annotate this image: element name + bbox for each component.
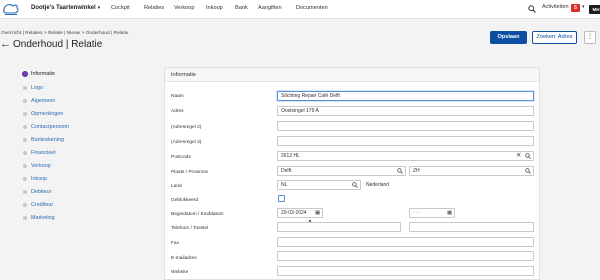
calendar-icon[interactable]: ▦ xyxy=(447,209,452,217)
dot-icon xyxy=(23,177,27,181)
plaats-input[interactable]: Delft xyxy=(277,166,406,176)
page-title: Onderhoud | Relatie xyxy=(13,39,103,50)
chevron-down-icon: ▾ xyxy=(97,5,101,11)
dot-icon xyxy=(23,151,27,155)
dot-icon xyxy=(23,138,27,142)
land-input[interactable]: NL xyxy=(277,180,361,190)
save-button[interactable]: Opslaan xyxy=(490,31,527,44)
label-begindatum-einddatum: Begindatum / Einddatum xyxy=(171,212,224,217)
label-geblokkeerd: Geblokkeerd xyxy=(171,198,199,203)
toestel-input[interactable] xyxy=(409,222,534,232)
app-logo-icon[interactable] xyxy=(2,2,20,16)
dot-icon xyxy=(23,86,27,90)
label-land: Land xyxy=(171,184,182,189)
nav-verkoop[interactable]: Verkoop xyxy=(174,5,195,11)
naam-input[interactable]: Stichting Repair Café Delft xyxy=(277,91,534,101)
nav-bank[interactable]: Bank xyxy=(235,5,248,11)
nav-cockpit[interactable]: Cockpit xyxy=(111,5,130,11)
adresregel-2-input[interactable] xyxy=(277,121,534,131)
company-name: Dootje's Taartenwinkel xyxy=(31,5,96,11)
active-dot-icon xyxy=(22,71,28,77)
search-icon[interactable] xyxy=(397,168,403,174)
label-naam: Naam xyxy=(171,94,184,99)
nav-documenten[interactable]: Documenten xyxy=(296,5,328,11)
calendar-icon[interactable]: ▦ xyxy=(315,209,320,217)
top-bar: Dootje's Taartenwinkel ▾ Cockpit Relaties… xyxy=(0,0,600,19)
activities-count-badge[interactable]: 5 xyxy=(571,4,580,12)
more-options-button[interactable]: ⋮ xyxy=(584,31,596,44)
search-icon[interactable] xyxy=(525,168,531,174)
dot-icon xyxy=(23,216,27,220)
label-fax: Fax xyxy=(171,241,179,246)
label-website: Website xyxy=(171,270,189,275)
dot-icon xyxy=(23,190,27,194)
postcode-input[interactable]: 2612 HL xyxy=(277,151,534,161)
nav-aangiften[interactable]: Aangiften xyxy=(258,5,282,11)
telefoon-input[interactable] xyxy=(277,222,401,232)
dot-icon xyxy=(23,164,27,168)
label-adresregel-3: (Adresregel 3) xyxy=(171,140,202,145)
land-name: Nederland xyxy=(366,182,390,188)
adresregel-3-input[interactable] xyxy=(277,136,534,146)
nav-relaties[interactable]: Relaties xyxy=(144,5,164,11)
adres-input[interactable]: Oostsingel 179 A xyxy=(277,106,534,116)
chevron-down-icon[interactable]: ▾ xyxy=(582,4,585,10)
search-address-button[interactable]: Zoeken: Adres xyxy=(532,31,577,44)
geblokkeerd-checkbox[interactable] xyxy=(278,195,285,202)
dot-icon xyxy=(23,112,27,116)
website-input[interactable] xyxy=(277,266,534,276)
label-adresregel-2: (Adresregel 2) xyxy=(171,125,202,130)
search-icon[interactable] xyxy=(525,153,531,159)
company-switcher[interactable]: Dootje's Taartenwinkel ▾ xyxy=(31,5,100,11)
nav-inkoop[interactable]: Inkoop xyxy=(206,5,223,11)
label-email: E-mailadres xyxy=(171,256,197,261)
label-adres: Adres xyxy=(171,109,184,114)
user-avatar[interactable]: MH xyxy=(589,5,600,14)
email-input[interactable] xyxy=(277,251,534,261)
section-title: Informatie xyxy=(165,68,539,82)
label-postcode: Postcode xyxy=(171,155,192,160)
search-icon[interactable] xyxy=(528,5,536,13)
clear-icon[interactable]: ✕ xyxy=(516,152,521,160)
provincie-input[interactable]: ZH xyxy=(409,166,534,176)
dot-icon xyxy=(23,125,27,129)
label-plaats-provincie: Plaats / Provincie xyxy=(171,170,209,175)
back-arrow-icon[interactable]: ← xyxy=(0,38,11,50)
dot-icon xyxy=(23,99,27,103)
search-icon[interactable] xyxy=(352,182,358,188)
label-telefoon-toestel: Telefoon / Toestel xyxy=(171,226,209,231)
breadcrumb[interactable]: Overzicht | Relaties > Relatie | Nieuw >… xyxy=(1,31,128,36)
activities-link[interactable]: Activiteiten xyxy=(542,4,569,10)
dot-icon xyxy=(23,203,27,207)
fax-input[interactable] xyxy=(277,237,534,247)
